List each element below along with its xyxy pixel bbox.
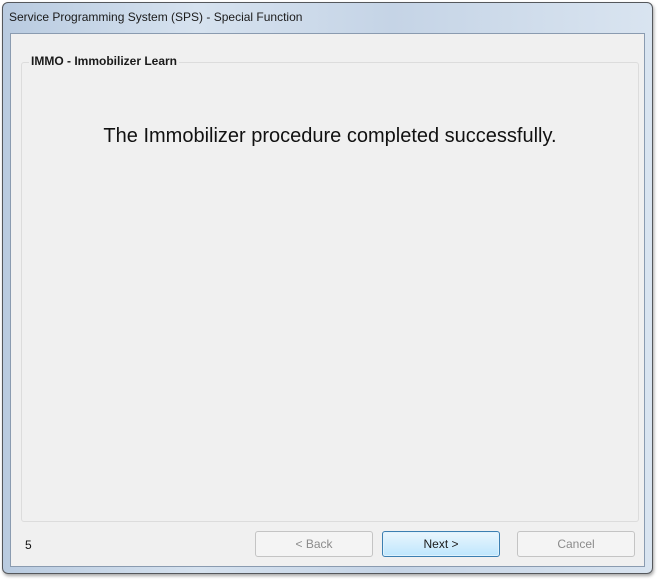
dialog-body: IMMO - Immobilizer Learn The Immobilizer… (10, 33, 645, 567)
groupbox-title: IMMO - Immobilizer Learn (29, 54, 180, 68)
next-button[interactable]: Next > (382, 531, 500, 557)
status-message: The Immobilizer procedure completed succ… (103, 125, 557, 147)
back-button[interactable]: < Back (255, 531, 373, 557)
immobilizer-learn-groupbox: IMMO - Immobilizer Learn The Immobilizer… (21, 54, 639, 522)
sps-special-function-window: Service Programming System (SPS) - Speci… (2, 2, 653, 574)
step-number: 5 (25, 538, 32, 552)
window-title: Service Programming System (SPS) - Speci… (9, 10, 303, 24)
cancel-button[interactable]: Cancel (517, 531, 635, 557)
window-titlebar[interactable]: Service Programming System (SPS) - Speci… (3, 3, 652, 31)
